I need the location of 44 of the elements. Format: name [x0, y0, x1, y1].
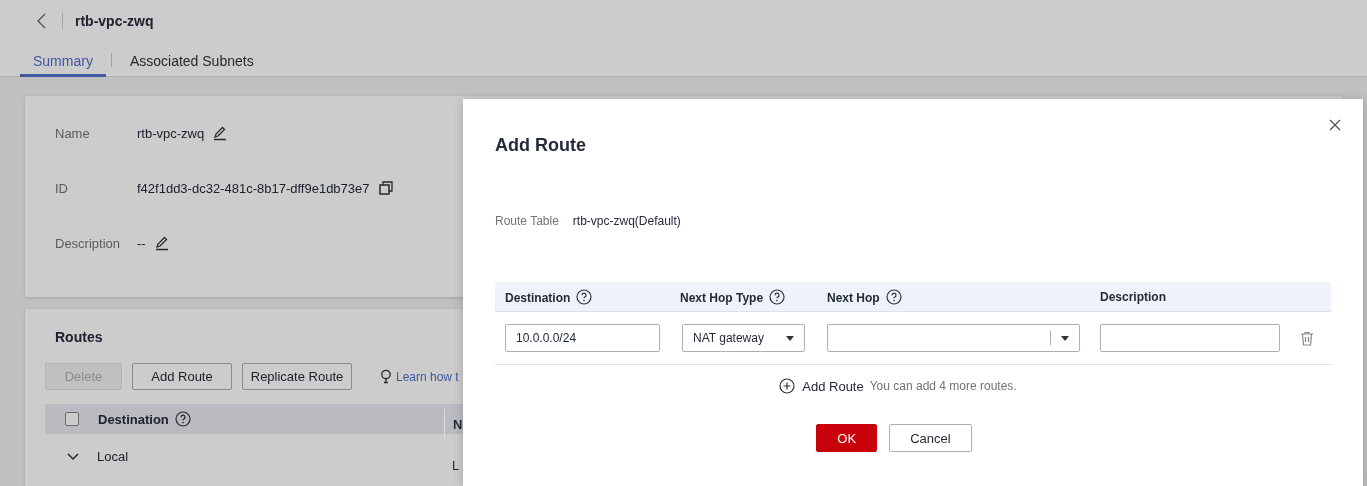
field-label: Description — [55, 235, 122, 251]
chevron-down-icon[interactable] — [67, 452, 79, 461]
help-icon[interactable] — [769, 288, 786, 305]
tab[interactable]: Associated Subnets — [116, 42, 267, 77]
checkbox[interactable] — [65, 412, 79, 426]
field-value: f42f1dd3-dc32-481c-8b17-dff9e1db73e7 — [137, 180, 370, 196]
learn-link[interactable]: Learn how t — [396, 369, 459, 384]
edit-icon[interactable] — [212, 125, 229, 141]
column-header: N — [453, 416, 463, 432]
column-header: Destination — [98, 412, 169, 427]
field-label: ID — [55, 180, 69, 196]
field-value: rtb-vpc-zwq(Default) — [572, 214, 681, 228]
table-cell: Local — [97, 449, 129, 464]
column-header: Description — [1100, 289, 1166, 304]
section-title: Routes — [55, 329, 103, 345]
field-value: -- — [137, 235, 146, 251]
table-cell: L — [452, 458, 460, 473]
destination-field[interactable]: 10.0.0.0/24 — [505, 324, 660, 352]
lightbulb-icon — [380, 369, 392, 384]
dialog-title: Add Route — [495, 135, 587, 156]
copy-icon[interactable] — [377, 180, 394, 196]
column-header: Next Hop — [827, 290, 880, 305]
next-hop-type-dropdown[interactable]: NAT gateway — [682, 324, 805, 352]
plus-icon — [779, 378, 796, 394]
field-label: Name — [55, 125, 91, 141]
help-icon[interactable] — [885, 288, 902, 305]
ok-button[interactable]: OK — [816, 424, 878, 452]
tab[interactable]: Summary — [20, 42, 106, 77]
page-title: rtb-vpc-zwq — [75, 13, 154, 29]
edit-icon[interactable] — [153, 235, 170, 251]
help-icon[interactable] — [174, 411, 191, 427]
description-field[interactable] — [1100, 324, 1280, 352]
field-label: Route Table — [495, 214, 559, 228]
toolbar-button[interactable]: Replicate Route — [242, 363, 352, 390]
cancel-button[interactable]: Cancel — [889, 424, 972, 452]
column-header: Next Hop Type — [680, 290, 764, 305]
trash-icon[interactable] — [1300, 330, 1314, 346]
column-header: Destination — [505, 290, 571, 305]
close-icon[interactable] — [1329, 119, 1341, 131]
help-icon[interactable] — [576, 288, 593, 305]
add-route-link[interactable]: Add Route — [779, 378, 864, 394]
hint-text: You can add 4 more routes. — [869, 379, 1017, 393]
field-value: rtb-vpc-zwq — [137, 125, 205, 141]
toolbar-button[interactable]: Add Route — [132, 363, 232, 390]
